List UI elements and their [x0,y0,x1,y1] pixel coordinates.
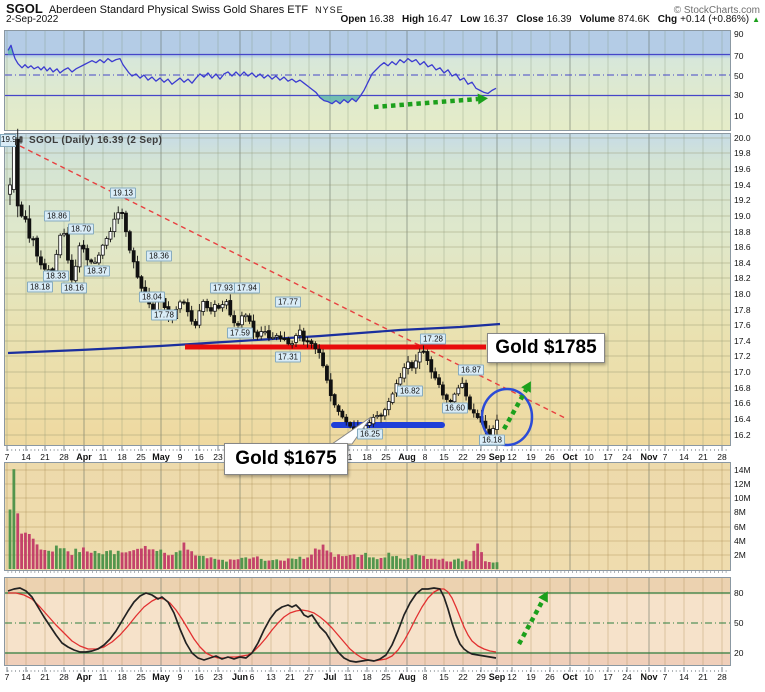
stockcharts-page: SGOL Aberdeen Standard Physical Swiss Go… [0,0,765,692]
rsi-breakout-arrow[interactable] [374,99,478,107]
price-bounce-arrow[interactable] [504,390,526,429]
chart-title: SGOL (Daily) 16.39 (2 Sep) [14,135,162,146]
resistance-annotation[interactable]: Gold $1785 [487,333,605,363]
highlight-circle[interactable] [482,389,532,445]
chart-type-icon [14,136,25,146]
chart-canvas [0,0,765,692]
support-annotation[interactable]: Gold $1675 [224,443,348,475]
chart-title-text: SGOL (Daily) 16.39 (2 Sep) [29,135,162,146]
